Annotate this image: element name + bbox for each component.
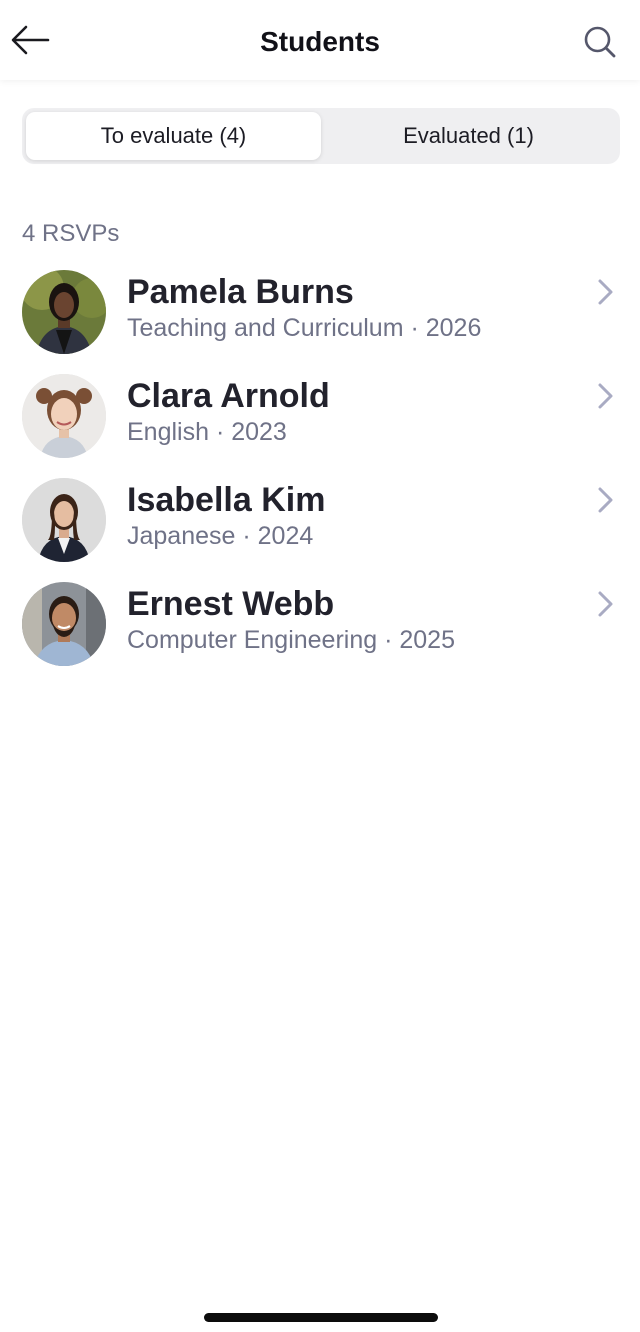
- student-list: Pamela Burns Teaching and Curriculum · 2…: [0, 268, 640, 684]
- tab-to-evaluate[interactable]: To evaluate (4): [26, 112, 321, 160]
- student-program-year: Teaching and Curriculum · 2026: [127, 314, 482, 342]
- avatar: [22, 270, 106, 354]
- student-program-year: English · 2023: [127, 418, 287, 446]
- search-icon: [584, 26, 616, 58]
- student-row[interactable]: Pamela Burns Teaching and Curriculum · 2…: [0, 268, 640, 372]
- chevron-right-icon: [598, 487, 613, 513]
- tab-evaluated[interactable]: Evaluated (1): [321, 112, 616, 160]
- student-program-year: Japanese · 2024: [127, 522, 314, 550]
- chevron-right-icon: [598, 591, 613, 617]
- student-name: Pamela Burns: [127, 273, 354, 311]
- avatar: [22, 582, 106, 666]
- rsvp-count: 4 RSVPs: [22, 220, 120, 247]
- student-name: Clara Arnold: [127, 377, 330, 415]
- student-name: Isabella Kim: [127, 481, 326, 519]
- student-row[interactable]: Ernest Webb Computer Engineering · 2025: [0, 580, 640, 684]
- student-name: Ernest Webb: [127, 585, 335, 623]
- chevron-right-icon: [598, 383, 613, 409]
- student-row[interactable]: Clara Arnold English · 2023: [0, 372, 640, 476]
- avatar: [22, 478, 106, 562]
- student-row[interactable]: Isabella Kim Japanese · 2024: [0, 476, 640, 580]
- avatar: [22, 374, 106, 458]
- top-bar: Students: [0, 0, 640, 80]
- page-title: Students: [260, 26, 380, 57]
- screen: Students To evaluate (4) Evaluated (1) 4…: [0, 0, 640, 1332]
- home-indicator[interactable]: [204, 1313, 438, 1322]
- student-program-year: Computer Engineering · 2025: [127, 626, 455, 654]
- chevron-right-icon: [598, 279, 613, 305]
- evaluation-tabs: To evaluate (4) Evaluated (1): [22, 108, 620, 164]
- search-button[interactable]: [582, 24, 618, 60]
